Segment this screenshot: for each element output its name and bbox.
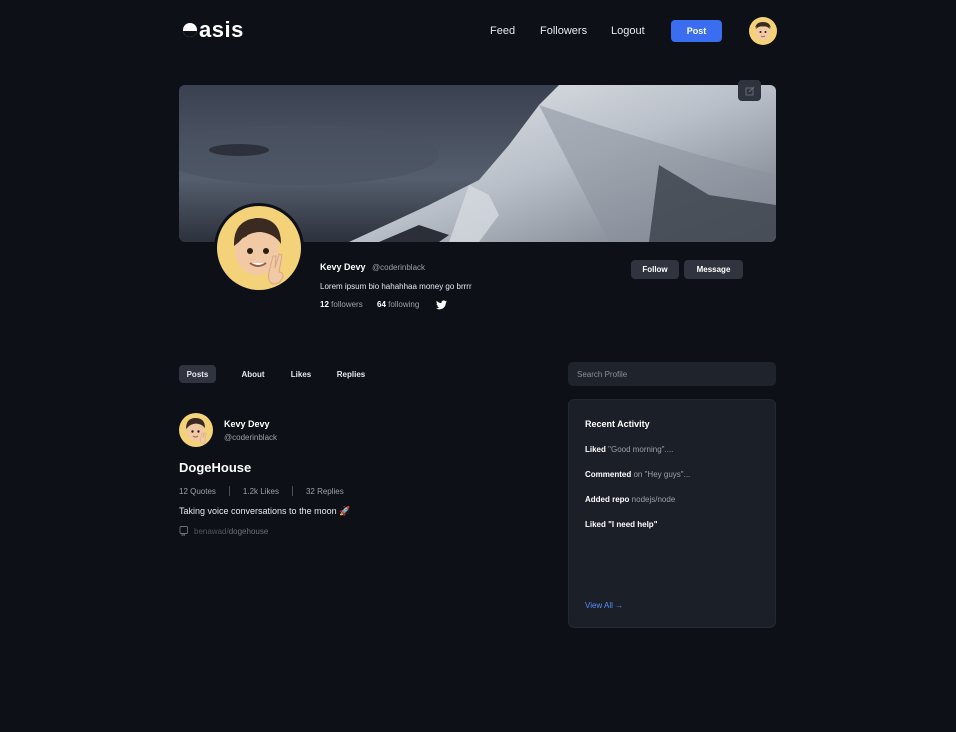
profile-bio: Lorem ipsum bio hahahhaa money go brrrr	[320, 282, 472, 291]
post-body: Taking voice conversations to the moon 🚀	[179, 506, 351, 516]
profile-avatar	[214, 203, 304, 293]
view-all-link[interactable]: View All →	[585, 601, 623, 610]
nav-feed-link[interactable]: Feed	[490, 25, 515, 37]
post-button[interactable]: Post	[671, 20, 722, 42]
activity-item[interactable]: Added repo nodejs/node	[585, 495, 675, 504]
edit-banner-button[interactable]	[738, 80, 761, 101]
activity-item[interactable]: Liked "Good morning"....	[585, 445, 673, 454]
twitter-icon[interactable]	[436, 300, 447, 310]
activity-verb: Added repo	[585, 495, 630, 504]
tab-posts[interactable]: Posts	[179, 365, 216, 383]
nav-logout-link[interactable]: Logout	[611, 25, 645, 37]
post-author-avatar[interactable]	[179, 413, 213, 447]
recent-activity-title: Recent Activity	[585, 419, 650, 429]
activity-item[interactable]: Commented on "Hey guys"...	[585, 470, 690, 479]
logo-text: asis	[199, 17, 244, 42]
repo-name: dogehouse	[228, 527, 269, 536]
following-label: following	[388, 300, 420, 309]
activity-verb: Commented	[585, 470, 632, 479]
profile-avatar-image	[217, 206, 301, 290]
tab-replies[interactable]: Replies	[332, 365, 370, 383]
search-profile-input[interactable]	[568, 362, 776, 386]
repo-icon	[179, 526, 188, 536]
logo[interactable]: asis	[183, 18, 244, 42]
following-count: 64	[377, 300, 386, 309]
profile-handle: @coderinblack	[372, 263, 426, 272]
profile-name: Kevy Devy	[320, 262, 366, 272]
post-stats: 12 Quotes 1.2k Likes 32 Replies	[179, 486, 344, 496]
user-avatar[interactable]	[749, 17, 777, 45]
post-likes[interactable]: 1.2k Likes	[243, 487, 279, 496]
message-button[interactable]: Message	[684, 260, 743, 279]
post-title[interactable]: DogeHouse	[179, 460, 251, 475]
edit-icon	[745, 86, 754, 95]
activity-detail: "Good morning"....	[605, 445, 674, 454]
followers-stat[interactable]: 12 followers	[320, 300, 363, 309]
tab-about[interactable]: About	[236, 365, 270, 383]
activity-detail: nodejs/node	[629, 495, 676, 504]
followers-label: followers	[331, 300, 363, 309]
post-quotes[interactable]: 12 Quotes	[179, 487, 216, 496]
post-replies[interactable]: 32 Replies	[306, 487, 344, 496]
activity-verb: Liked	[585, 445, 606, 454]
repo-owner: benawad/	[194, 527, 229, 536]
stats-divider	[228, 486, 230, 496]
following-stat[interactable]: 64 following	[377, 300, 419, 309]
follow-button[interactable]: Follow	[631, 260, 679, 279]
activity-verb: Liked "I need help"	[585, 520, 658, 529]
post-author-name[interactable]: Kevy Devy	[224, 419, 270, 429]
activity-item[interactable]: Liked "I need help"	[585, 520, 658, 529]
followers-count: 12	[320, 300, 329, 309]
activity-detail: on "Hey guys"...	[631, 470, 691, 479]
stats-divider	[291, 486, 293, 496]
tab-likes[interactable]: Likes	[286, 365, 316, 383]
repo-link[interactable]: benawad/dogehouse	[194, 527, 268, 536]
post-author-handle: @coderinblack	[224, 433, 278, 442]
recent-activity-card	[568, 399, 776, 628]
logo-mark-icon	[183, 23, 197, 37]
nav-followers-link[interactable]: Followers	[540, 25, 587, 37]
